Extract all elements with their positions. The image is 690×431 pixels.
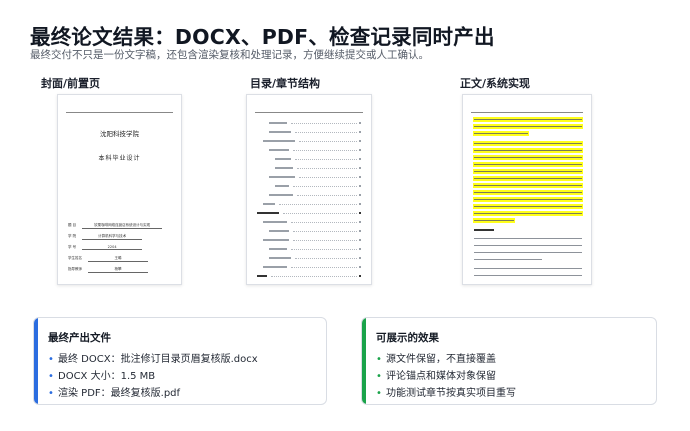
highlighted-line	[473, 131, 529, 136]
effect-item: • 功能测试章节按真实项目重写	[376, 388, 516, 399]
highlighted-line	[473, 155, 583, 160]
toc-entry	[269, 131, 361, 135]
card-title: 可展示的效果	[376, 332, 439, 344]
body-column-label: 正文/系统实现	[460, 77, 531, 90]
toc-entry	[269, 257, 361, 261]
output-item-docx: • 最终 DOCX：批注修订目录页眉复核版.docx	[48, 354, 258, 365]
highlighted-line	[473, 148, 583, 153]
cover-field-id: 学 号 2204	[68, 245, 171, 250]
highlighted-line	[473, 176, 583, 181]
cover-field-title: 题 目钦栗咖啡网络连锁店系统设计与实现	[68, 223, 171, 229]
highlighted-line	[473, 162, 583, 167]
toc-entry	[263, 221, 361, 225]
body-line	[473, 273, 583, 278]
output-item-pdf: • 渲染 PDF：最终复核版.pdf	[48, 388, 181, 399]
cover-page-preview[interactable]: 沈阳科技学院 本科毕业设计 题 目钦栗咖啡网络连锁店系统设计与实现 学 院计算机…	[57, 94, 182, 285]
toc-entry	[263, 203, 361, 207]
body-line	[473, 236, 583, 241]
card-title: 最终产出文件	[48, 332, 111, 344]
cover-column-label: 封面/前置页	[41, 77, 101, 90]
section-heading-line	[473, 227, 495, 232]
highlighted-line	[473, 190, 583, 195]
page-title: 最终论文结果：DOCX、PDF、检查记录同时产出	[30, 25, 495, 49]
toc-entry	[269, 149, 361, 153]
outputs-card: 最终产出文件 • 最终 DOCX：批注修订目录页眉复核版.docx • DOCX 大…	[33, 317, 327, 405]
highlighted-line	[473, 141, 583, 146]
toc-entry	[263, 140, 361, 144]
cover-field-student: 学生姓名 王晞	[68, 256, 171, 262]
cover-field-advisor: 指导教师 杨攀	[68, 267, 171, 273]
page-subtitle: 最终交付不只是一份文字稿，还包含渲染复核和处理记录，方便继续提交或人工确认。	[30, 49, 429, 61]
body-page-preview[interactable]	[462, 94, 592, 285]
highlighted-line	[473, 218, 515, 223]
highlighted-line	[473, 117, 583, 122]
output-item-size: • DOCX 大小：1.5 MB	[48, 371, 156, 382]
bullet-icon: •	[376, 371, 382, 382]
toc-entry	[269, 176, 361, 180]
bullet-icon: •	[48, 371, 54, 382]
toc-entry	[269, 230, 361, 234]
bullet-icon: •	[48, 388, 54, 399]
highlighted-line	[473, 211, 583, 216]
page-header-rule	[66, 107, 173, 113]
toc-entry	[275, 158, 361, 162]
toc-chapter-entry	[257, 275, 361, 279]
page-header-rule	[255, 107, 363, 113]
toc-page-preview[interactable]	[246, 94, 372, 285]
bullet-icon: •	[48, 354, 54, 365]
card-accent-bar	[362, 318, 366, 404]
cover-document-type: 本科毕业设计	[98, 155, 141, 162]
toc-entry	[263, 239, 361, 243]
cover-school-name: 沈阳科技学院	[100, 130, 139, 138]
highlighted-line	[473, 183, 583, 188]
highlighted-line	[473, 204, 583, 209]
page-header-rule	[471, 107, 583, 113]
toc-entry	[263, 266, 361, 270]
body-line	[473, 266, 583, 271]
toc-entry	[275, 167, 361, 171]
effect-item: • 源文件保留，不直接覆盖	[376, 354, 496, 365]
body-line	[473, 257, 543, 262]
toc-entry	[275, 185, 361, 189]
toc-entry	[269, 194, 361, 198]
highlighted-line	[473, 169, 583, 174]
effect-item: • 评论锚点和媒体对象保留	[376, 371, 496, 382]
highlighted-line	[473, 197, 583, 202]
toc-entry	[269, 248, 361, 252]
cover-field-college: 学 院计算机科学与技术	[68, 234, 171, 240]
effects-card: 可展示的效果 • 源文件保留，不直接覆盖 • 评论锚点和媒体对象保留 • 功能测试章节…	[361, 317, 657, 405]
toc-entry	[269, 122, 361, 126]
highlighted-line	[473, 124, 583, 129]
card-accent-bar	[34, 318, 38, 404]
bullet-icon: •	[376, 354, 382, 365]
toc-column-label: 目录/章节结构	[250, 77, 321, 90]
bullet-icon: •	[376, 388, 382, 399]
body-line	[473, 243, 583, 248]
toc-chapter-entry	[257, 212, 361, 216]
body-line	[473, 250, 583, 255]
